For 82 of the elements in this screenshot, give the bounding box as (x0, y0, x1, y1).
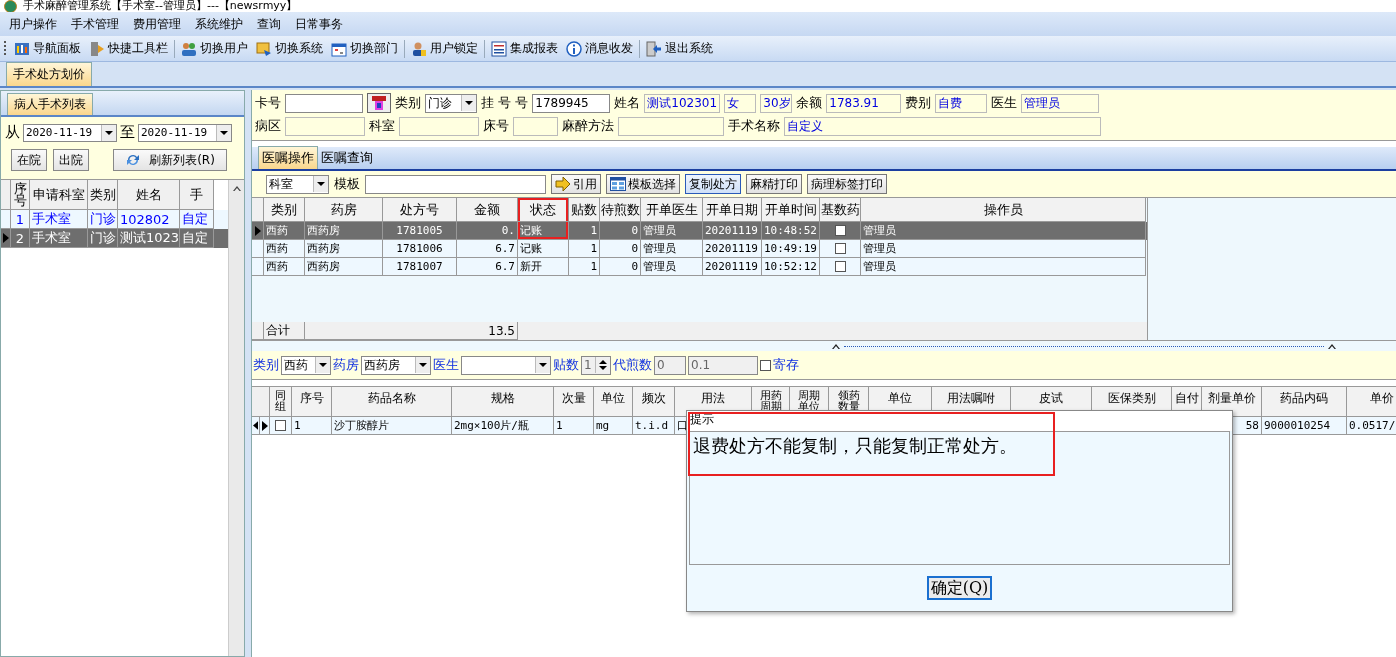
to-label: 至 (120, 123, 135, 142)
checkbox-label: 寄存 (773, 356, 799, 374)
column-header: 操作员 (861, 198, 1146, 222)
field-label: 姓名 (614, 94, 641, 112)
column-header: 处方号 (383, 198, 457, 222)
dialog-message: 退费处方不能复制，只能复制正常处方。 (693, 435, 1017, 456)
table-cell: 9000010254 (1262, 417, 1347, 435)
table-cell: t.i.d (633, 417, 675, 435)
table-cell: 1 (569, 258, 600, 276)
table-cell: 10:52:12 (762, 258, 820, 276)
field-label: 手术名称 (728, 117, 780, 135)
column-header: 金额 (457, 198, 518, 222)
table-cell: 测试1023 (118, 229, 180, 248)
table-cell: 西药房 (305, 258, 383, 276)
value-field: 1783.91 (826, 93, 902, 113)
column-header: 基数药 (820, 198, 861, 222)
table-cell: 记账 (518, 222, 569, 240)
column-header: 开单日期 (703, 198, 762, 222)
table-cell: 西药 (264, 258, 305, 276)
table-cell: 新开 (518, 258, 569, 276)
field-label: 类别 (395, 94, 421, 112)
table-cell: 20201119 (703, 258, 762, 276)
value-field: 自费 (935, 93, 988, 113)
table-cell: 手术室 (30, 229, 88, 248)
column-header: 手 (180, 180, 214, 210)
field-label: 床号 (483, 117, 509, 135)
column-header: 药品内码 (1262, 387, 1347, 417)
column-header: 类别 (88, 180, 118, 210)
column-header: 序号 (292, 387, 332, 417)
column-header: 规格 (452, 387, 554, 417)
column-header: 状态 (518, 198, 569, 222)
template-label: 模板 (334, 175, 360, 193)
table-cell: 自定 (180, 229, 214, 248)
column-header: 同组 (274, 390, 287, 412)
field-label: 贴数 (553, 356, 579, 374)
table-cell: 1 (292, 417, 332, 435)
table-cell: 1 (554, 417, 594, 435)
field-label: 余额 (796, 94, 823, 112)
table-cell: mg (594, 417, 633, 435)
value-field: 自定义 (784, 116, 1101, 136)
field-label: 类别 (253, 356, 279, 374)
column-header: 待煎数 (600, 198, 641, 222)
value-field: 女 (724, 93, 757, 113)
field-label: 医生 (433, 356, 459, 374)
column-header: 药品名称 (332, 387, 452, 417)
field-label: 麻醉方法 (562, 117, 614, 135)
table-cell: 1781007 (383, 258, 457, 276)
table-cell: 管理员 (641, 258, 703, 276)
table-cell: 0 (600, 258, 641, 276)
table-cell: 管理员 (861, 258, 1146, 276)
column-header: 药房 (305, 198, 383, 222)
dialog-title: 提示 (687, 411, 1232, 431)
field-label: 医生 (991, 94, 1018, 112)
column-header: 贴数 (569, 198, 600, 222)
field-label: 病区 (255, 117, 281, 135)
field-label: 卡号 (255, 94, 281, 112)
table-cell: 门诊 (88, 229, 118, 248)
column-header: 开单时间 (762, 198, 820, 222)
table-cell: 2 (11, 229, 30, 248)
column-header: 单位 (594, 387, 633, 417)
table-cell: 2mg×100片/瓶 (452, 417, 554, 435)
column-header: 申请科室 (30, 180, 88, 210)
value-field: 测试102301 (644, 93, 721, 113)
column-header: 开单医生 (641, 198, 703, 222)
from-label: 从 (5, 123, 20, 142)
field-label: 科室 (369, 117, 395, 135)
table-cell: 6.7 (457, 258, 518, 276)
column-header: 单价 (1347, 387, 1396, 417)
window-title: 手术麻醉管理系统【手术室--管理员】---【newsrmyy】 (23, 0, 298, 12)
value-field: 管理员 (1021, 93, 1100, 113)
value-field: 30岁 (760, 93, 793, 113)
table-cell: 沙丁胺醇片 (332, 417, 452, 435)
column-header: 次量 (554, 387, 594, 417)
field-label: 代煎数 (613, 356, 652, 374)
field-label: 挂 号 号 (481, 94, 529, 112)
column-header: 序号 (11, 180, 30, 210)
field-label: 药房 (333, 356, 359, 374)
column-header: 类别 (264, 198, 305, 222)
column-header: 姓名 (118, 180, 180, 210)
table-cell: 0.0517/ (1347, 417, 1396, 435)
column-header: 频次 (633, 387, 675, 417)
field-label: 费别 (905, 94, 932, 112)
